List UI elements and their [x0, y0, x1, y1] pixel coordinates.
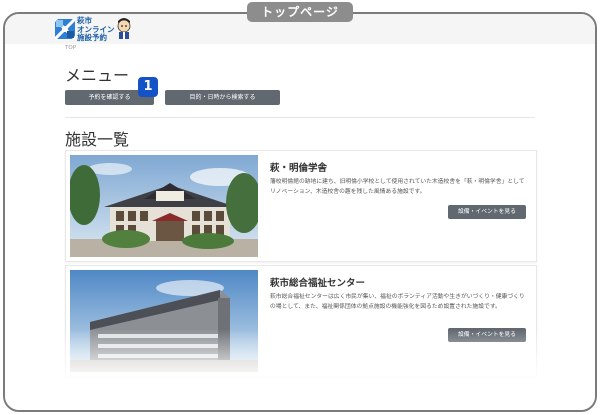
facility-name[interactable]: 萩・明倫学舎: [270, 160, 327, 174]
search-by-purpose-button[interactable]: 目的・日時から検索する: [165, 90, 280, 105]
section-divider: [65, 117, 535, 118]
site-logo[interactable]: 萩市 オンライン 施設予約: [55, 16, 135, 43]
facility-name[interactable]: 萩市総合福祉センター: [270, 275, 365, 289]
facility-description: 萩市総合福祉センターは広く市民が集い、福祉のボランティア活動や生きがいづくり・健…: [270, 294, 525, 310]
facility-list-heading: 施設一覧: [65, 130, 130, 149]
facility-photo-welfare-center: [70, 270, 258, 372]
view-facility-events-button[interactable]: 設備・イベントを見る: [448, 328, 526, 342]
logo-line-3: 施設予約: [77, 33, 107, 42]
menu-heading: メニュー: [65, 66, 130, 85]
facility-photo-meirin: [70, 155, 258, 257]
mascot-icon: [117, 18, 131, 39]
hagi-logo-icon: [55, 19, 75, 39]
step-number-badge: 1: [138, 77, 158, 97]
view-facility-events-button[interactable]: 設備・イベントを見る: [448, 205, 526, 219]
breadcrumb[interactable]: TOP: [65, 45, 76, 51]
facility-description: 藩校明倫館の跡地に建ち、旧明倫小学校として使用されていた木造校舎を「萩・明倫学舎…: [270, 179, 525, 195]
page-tag: トップページ: [247, 2, 353, 22]
facility-card: 萩市総合福祉センター 萩市総合福祉センターは広く市民が集い、福祉のボランティア活…: [65, 265, 537, 377]
browser-frame: 萩市 オンライン 施設予約 TOP メニュー 予約を確認する 1 目的・日時から…: [3, 12, 597, 412]
logo-text: 萩市 オンライン 施設予約: [77, 16, 115, 43]
facility-card: 萩・明倫学舎 藩校明倫館の跡地に建ち、旧明倫小学校として使用されていた木造校舎を…: [65, 150, 537, 262]
